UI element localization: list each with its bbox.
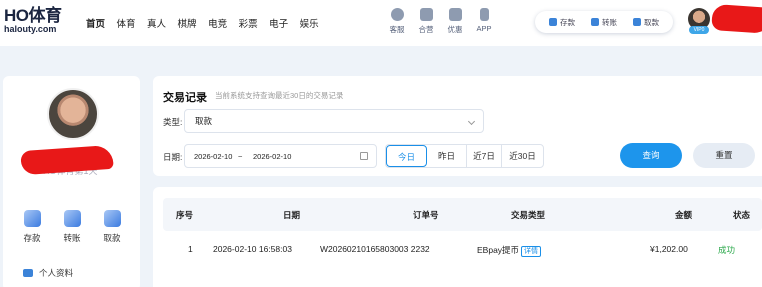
range-30-days[interactable]: 近30日 bbox=[502, 145, 543, 167]
site-logo[interactable]: HO体育 halouty.com bbox=[4, 7, 62, 34]
date-end: 2026-02-10 bbox=[253, 152, 292, 161]
nav-live-casino[interactable]: 真人 bbox=[147, 16, 166, 30]
cell-order: W20260210165803003 2232 bbox=[320, 244, 430, 254]
sidebar-withdraw-label: 取款 bbox=[103, 233, 121, 243]
sidebar-item-profile[interactable]: 个人资料 bbox=[23, 267, 73, 279]
header-withdraw-button[interactable]: 取款 bbox=[633, 17, 659, 28]
service-label: 客服 bbox=[389, 25, 405, 34]
type-select-value: 取款 bbox=[195, 116, 213, 126]
main-nav: 首页 体育 真人 棋牌 电竞 彩票 电子 娱乐 bbox=[86, 16, 330, 30]
type-label: 类型: bbox=[163, 117, 183, 127]
nav-sports[interactable]: 体育 bbox=[117, 16, 136, 30]
date-separator: ~ bbox=[238, 152, 243, 161]
sidebar-item-label: 个人资料 bbox=[39, 268, 74, 278]
service-promotion[interactable]: 优惠 bbox=[441, 8, 469, 35]
column-header-amount: 金额 bbox=[675, 210, 693, 220]
sidebar-withdraw-button[interactable]: 取款 bbox=[97, 210, 127, 244]
calendar-icon bbox=[360, 152, 368, 160]
account-sidebar: HO体育第1天 存款 转账 取款 个人资料 bbox=[3, 76, 140, 287]
date-start: 2026-02-10 bbox=[194, 152, 233, 161]
nav-lottery[interactable]: 彩票 bbox=[239, 16, 258, 30]
header-deposit-button[interactable]: 存款 bbox=[549, 17, 575, 28]
deposit-icon bbox=[23, 210, 41, 227]
chevron-down-icon bbox=[467, 117, 476, 126]
transfer-icon bbox=[63, 210, 81, 227]
service-label: 合营 bbox=[418, 25, 434, 34]
service-partnership[interactable]: 合营 bbox=[412, 8, 440, 35]
range-7-days[interactable]: 近7日 bbox=[467, 145, 502, 167]
top-navigation-bar: HO体育 halouty.com 首页 体育 真人 棋牌 电竞 彩票 电子 娱乐… bbox=[0, 0, 762, 46]
logo-title: HO体育 bbox=[4, 6, 62, 25]
column-header-index: 序号 bbox=[176, 210, 194, 220]
sidebar-deposit-label: 存款 bbox=[23, 233, 41, 243]
header-withdraw-label: 取款 bbox=[644, 17, 659, 27]
service-label: APP bbox=[476, 24, 492, 33]
customer-service-icon bbox=[390, 8, 404, 21]
range-today[interactable]: 今日 bbox=[386, 145, 427, 167]
vip-badge: VIP0 bbox=[689, 26, 709, 34]
logo-domain: halouty.com bbox=[4, 24, 57, 34]
type-select[interactable]: 取款 bbox=[184, 109, 484, 133]
nav-slots[interactable]: 电子 bbox=[269, 16, 288, 30]
cell-date: 2026-02-10 16:58:03 bbox=[213, 244, 292, 254]
header-transfer-button[interactable]: 转账 bbox=[591, 17, 617, 28]
page-subtitle: 当前系统支持查询最近30日的交易记录 bbox=[215, 91, 344, 100]
header-deposit-label: 存款 bbox=[560, 17, 575, 27]
records-filter-panel: 交易记录 当前系统支持查询最近30日的交易记录 类型: 取款 日期: 2026-… bbox=[153, 76, 762, 176]
header-transfer-label: 转账 bbox=[602, 17, 617, 27]
column-header-date: 日期 bbox=[283, 210, 301, 220]
nav-esports[interactable]: 电竞 bbox=[208, 16, 227, 30]
service-label: 优惠 bbox=[447, 25, 463, 34]
sidebar-transfer-label: 转账 bbox=[63, 233, 81, 243]
redaction-mark bbox=[711, 3, 762, 35]
transfer-icon bbox=[591, 18, 599, 26]
sidebar-transfer-button[interactable]: 转账 bbox=[57, 210, 87, 244]
wallet-actions: 存款 转账 取款 bbox=[535, 11, 673, 33]
sidebar-deposit-button[interactable]: 存款 bbox=[17, 210, 47, 244]
nav-home[interactable]: 首页 bbox=[86, 16, 105, 30]
profile-avatar bbox=[47, 88, 99, 140]
promotion-icon bbox=[448, 8, 462, 21]
app-phone-icon bbox=[479, 8, 489, 21]
detail-button[interactable]: 详情 bbox=[521, 246, 542, 257]
status-badge: 成功 bbox=[718, 245, 736, 255]
date-range-tabs: 今日 昨日 近7日 近30日 bbox=[385, 144, 544, 168]
range-yesterday[interactable]: 昨日 bbox=[427, 145, 467, 167]
column-header-order: 订单号 bbox=[413, 210, 439, 220]
nav-cards[interactable]: 棋牌 bbox=[178, 16, 197, 30]
withdraw-icon bbox=[633, 18, 641, 26]
redaction-mark bbox=[20, 144, 114, 176]
reset-button[interactable]: 重置 bbox=[693, 143, 755, 168]
profile-card-icon bbox=[23, 269, 33, 277]
service-customer[interactable]: 客服 bbox=[383, 8, 411, 35]
column-header-status: 状态 bbox=[733, 210, 751, 220]
records-table: 序号 日期 订单号 交易类型 金额 状态 1 2026-02-10 16:58:… bbox=[153, 187, 762, 287]
nav-entertainment[interactable]: 娱乐 bbox=[300, 16, 319, 30]
date-range-picker[interactable]: 2026-02-10 ~ 2026-02-10 bbox=[184, 144, 377, 168]
service-app[interactable]: APP bbox=[470, 8, 498, 33]
column-header-type: 交易类型 bbox=[511, 210, 546, 220]
page-title: 交易记录 bbox=[163, 92, 207, 104]
cell-amount: ¥1,202.00 bbox=[650, 244, 688, 254]
deposit-icon bbox=[549, 18, 557, 26]
table-header bbox=[163, 198, 762, 231]
cell-type: EBpay提币 详情 bbox=[477, 244, 542, 257]
cell-index: 1 bbox=[188, 244, 193, 254]
query-button[interactable]: 查询 bbox=[620, 143, 682, 168]
withdraw-icon bbox=[103, 210, 121, 227]
partnership-icon bbox=[419, 8, 433, 21]
cell-type-label: EBpay提币 bbox=[477, 245, 520, 255]
date-label: 日期: bbox=[163, 152, 183, 162]
